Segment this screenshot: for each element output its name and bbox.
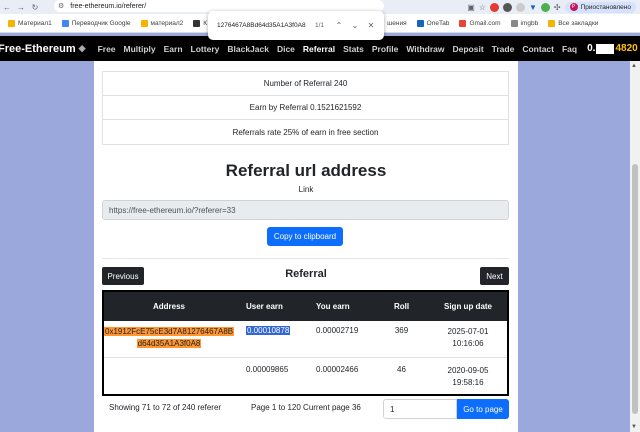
back-icon[interactable]: ← [0,0,14,14]
link-label: Link [298,185,314,194]
page-number-input[interactable]: 1 [383,399,457,419]
nav-stats[interactable]: Stats [343,44,364,54]
roll-cell: 46 [397,365,406,374]
stat-earn-by-referral: Earn by Referral 0.1521621592 [103,96,508,120]
bookmark-item[interactable]: imgbb [510,19,538,27]
site-info-icon[interactable]: ⚙ [58,2,64,10]
referral-link-field[interactable]: https://free-ethereum.io/?referer=33 [102,200,509,220]
page-scrollbar[interactable]: ▲ ▼ [630,61,640,432]
nav-deposit[interactable]: Deposit [452,44,483,54]
extension-icon[interactable] [515,2,525,12]
folder-icon [548,19,556,27]
ethereum-icon: ◆ [78,43,86,53]
bookmark-item[interactable]: OneTab [416,19,449,27]
scroll-up-icon[interactable]: ▲ [631,63,637,69]
header-user-earn: User earn [246,302,283,311]
balance: 0. 4820 [587,43,638,54]
roll-cell: 369 [394,326,409,335]
address-cell: 0x1912FcE75cE3d7A81276467A8B d64d35A1A3f… [104,326,235,350]
nav-trade[interactable]: Trade [492,44,515,54]
extensions-puzzle-icon[interactable]: ✣ [554,3,561,12]
bookmark-item[interactable]: К [193,19,207,27]
nav-blackjack[interactable]: BlackJack [227,44,269,54]
page-summary: Page 1 to 120 Current page 36 [251,403,361,412]
previous-button[interactable]: Previous [102,267,144,285]
google-translate-icon [61,19,69,27]
nav-profile[interactable]: Profile [372,44,398,54]
showing-summary: Showing 71 to 72 of 240 referer [109,403,222,412]
chevron-up-icon[interactable]: ⌃ [331,18,347,34]
extension-icon[interactable] [489,2,499,12]
imgbb-icon [510,19,518,27]
next-button[interactable]: Next [480,267,509,285]
you-earn-cell: 0.00002466 [316,365,359,374]
table-header: Address User earn You earn Roll Sign up … [104,292,507,321]
referral-stats: Number of Referral 240 Earn by Referral … [102,71,509,145]
extension-icon[interactable] [502,2,512,12]
avatar: P [569,3,578,11]
table-row: 0x1912FcE75cE3d7A81276467A8B d64d35A1A3f… [104,321,507,358]
nav-contact[interactable]: Contact [522,44,554,54]
url-text: free-ethereum.io/referer/ [70,2,147,10]
page-title: Referral url address [225,161,387,180]
scroll-down-icon[interactable]: ▼ [631,424,637,430]
nav-lottery[interactable]: Lottery [191,44,220,54]
bookmark-item[interactable]: Gmail.com [459,19,501,27]
table-title: Referral [285,268,327,280]
translate-icon[interactable]: ▣ [467,3,475,12]
nav-multiply[interactable]: Multiply [124,44,156,54]
forward-icon[interactable]: → [14,0,28,14]
go-to-page-button[interactable]: Go to page [457,399,509,419]
nav-faq[interactable]: Faq [562,44,577,54]
address-line: d64d35A1A3f0A8 [136,339,202,348]
reload-icon[interactable]: ↻ [28,0,42,14]
header-roll: Roll [393,302,410,311]
find-bar: 1276467A8Bd64d35A1A3f0A8 1/1 ⌃ ⌄ ✕ [208,11,384,40]
site-brand[interactable]: Free-Ethereum ◆ [0,43,86,55]
nav-dice[interactable]: Dice [277,44,295,54]
onetab-icon [416,19,424,27]
folder-icon [140,19,148,27]
nav-free[interactable]: Free [98,44,116,54]
bookmark-item[interactable]: Переводчик Google [61,19,131,27]
bookmark-item[interactable]: Все закладки [548,19,598,27]
header-you-earn: You earn [316,302,350,311]
bookmark-star-icon[interactable]: ☆ [479,3,486,12]
table-row: 0.00009865 0.00002466 46 2020-09-05 19:5… [104,358,507,394]
date-cell: 2025-07-01 10:16:06 [447,327,489,348]
scroll-thumb[interactable] [632,164,638,414]
gmail-icon [459,19,467,27]
header-address: Address [152,302,185,311]
header-signup-date: Sign up date [444,302,492,311]
copy-to-clipboard-button[interactable]: Copy to clipboard [267,227,343,246]
profile-status: Приостановлено [580,3,631,11]
close-icon[interactable]: ✕ [363,18,379,34]
find-count: 1/1 [315,22,325,29]
profile-button[interactable]: P Приостановлено [564,1,636,13]
stat-referral-rate: Referrals rate 25% of earn in free secti… [232,127,379,137]
redaction-mask [596,43,615,54]
nav-earn[interactable]: Earn [164,44,183,54]
divider [102,258,509,259]
find-input[interactable]: 1276467A8Bd64d35A1A3f0A8 [217,22,307,29]
date-cell: 2020-09-05 19:58:16 [447,366,489,387]
stat-number-of-referral: Number of Referral 240 [103,72,508,96]
referral-table: Address User earn You earn Roll Sign up … [102,290,509,396]
referral-card: Number of Referral 240 Earn by Referral … [94,61,518,432]
user-earn-cell: 0.00009865 [246,365,289,374]
user-earn-cell: 0.00010878 [246,326,291,335]
extension-icon[interactable] [540,2,550,12]
site-icon [193,19,201,27]
bookmark-item[interactable]: шения [387,20,407,27]
address-line: 0x1912FcE75cE3d7A81276467A8B [104,327,235,336]
folder-icon [8,19,15,27]
you-earn-cell: 0.00002719 [316,326,359,335]
extension-icon[interactable]: ▼ [529,3,537,12]
nav-referral[interactable]: Referral [303,44,335,54]
chevron-down-icon[interactable]: ⌄ [347,18,363,34]
nav-withdraw[interactable]: Withdraw [406,44,444,54]
bookmark-item[interactable]: материал2 [140,19,183,27]
bookmark-item[interactable]: Материал1 [8,19,52,27]
